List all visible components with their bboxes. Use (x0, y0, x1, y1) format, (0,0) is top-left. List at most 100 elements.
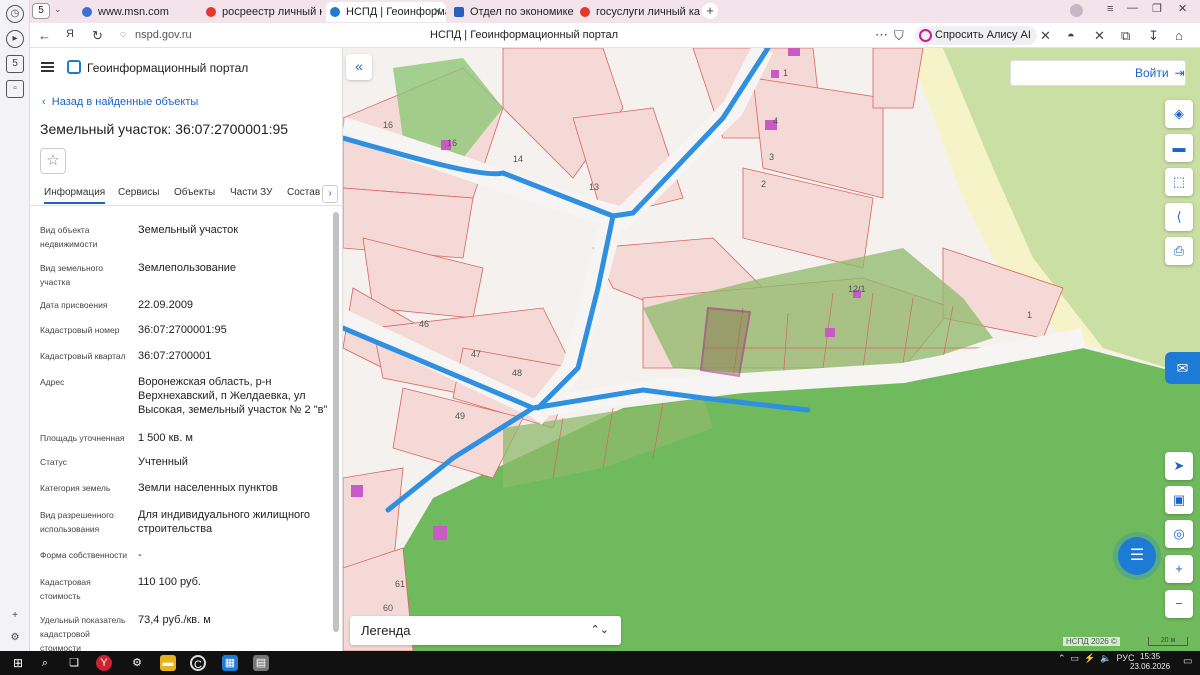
share-button[interactable]: ⟨ (1165, 203, 1193, 231)
navigation-arrow-icon: ➤ (1173, 458, 1185, 473)
browser-tab-bar: 5 ⌄ www.msn.com росреестр личный кабин Н… (30, 0, 1200, 23)
tab-msn[interactable]: www.msn.com (78, 2, 198, 22)
extension-icon[interactable]: ↧ (1148, 28, 1159, 44)
tab-counter[interactable]: 5 (32, 3, 50, 19)
file-explorer-icon[interactable]: ▬ (160, 655, 176, 671)
minimize-icon[interactable]: — (1127, 2, 1138, 14)
maximize-icon[interactable]: ❐ (1152, 2, 1162, 15)
secure-site-icon[interactable]: ◌ (120, 29, 126, 40)
geo-button[interactable]: ◎ (1165, 520, 1193, 548)
tabs-scroll-right-icon[interactable]: › (322, 185, 338, 203)
support-chat-tab[interactable]: ✉ (1165, 352, 1200, 384)
parcel-number: 47 (471, 349, 482, 359)
expand-chevron-icon: ⌃⌄ (590, 624, 609, 636)
collapse-panel-button[interactable]: « (346, 54, 372, 80)
tab-info[interactable]: Информация (44, 187, 106, 204)
alice-icon (919, 29, 932, 42)
parcel-number: 2 (761, 179, 767, 189)
parcel-number: 49 (455, 411, 466, 421)
clock[interactable]: 15:35 23.06.2026 (1130, 652, 1170, 672)
parcel-number: 1 (1027, 310, 1033, 320)
chat-lines-icon: ☰ (1129, 547, 1145, 564)
yandex-ya-icon[interactable]: Я (66, 28, 74, 40)
system-tray[interactable]: ⌃ ▭ ⚡ 🔈 РУС (1058, 653, 1135, 664)
tab-economy[interactable]: Отдел по экономике и уп (450, 2, 574, 22)
chevron-left-icon: ‹ (42, 96, 52, 108)
settings-gear-icon[interactable]: ⚙ (6, 630, 24, 648)
parcel-number: 16 (447, 138, 458, 148)
back-arrow-icon[interactable]: ← (38, 28, 51, 43)
settings-icon[interactable]: ⚙ (129, 655, 145, 671)
geo-pin-icon: ◎ (1173, 526, 1185, 541)
locate-button[interactable]: ➤ (1165, 452, 1193, 480)
tab-objects[interactable]: Объекты (174, 187, 215, 198)
parcel-number: 14 (513, 154, 524, 164)
yandex-browser-icon[interactable]: Y (96, 655, 112, 671)
url-text[interactable]: nspd.gov.ru (135, 29, 192, 41)
favorite-star-icon[interactable]: ☆ (40, 148, 66, 174)
extension-notify-icon[interactable]: ⌂ (1175, 28, 1183, 43)
windows-start-icon[interactable]: ⊞ (10, 655, 26, 671)
layers-button[interactable]: ◈ (1165, 100, 1193, 128)
parcel-number: 4 (773, 116, 779, 126)
tab-gosuslugi[interactable]: госуслуги личный кабин (576, 2, 700, 22)
bookmark-icon[interactable]: ⛉ (894, 28, 904, 44)
more-icon[interactable]: ⋯ (875, 27, 888, 43)
yandex-favicon-icon (580, 7, 590, 17)
notifications-icon[interactable]: ▭ (1183, 656, 1192, 667)
task-view-icon[interactable]: ❏ (66, 655, 82, 671)
back-to-results-link[interactable]: ‹ Назад в найденные объекты (42, 96, 198, 108)
layers-icon: ◈ (1174, 106, 1184, 121)
extension-icon[interactable]: ✕ (1040, 28, 1051, 44)
new-tab-button[interactable]: + (702, 3, 718, 19)
tabs-count-icon[interactable]: 5 (6, 55, 24, 73)
hamburger-menu-icon[interactable] (41, 62, 54, 72)
measure-button[interactable]: ▬ (1165, 134, 1193, 162)
ask-alice-button[interactable]: Спросить Алису AI (915, 26, 1037, 45)
zoom-out-button[interactable]: − (1165, 590, 1193, 618)
tab-composition[interactable]: Состав (287, 187, 320, 198)
info-tabs: Информация Сервисы Объекты Части ЗУ Сост… (30, 182, 342, 206)
legend-dropdown[interactable]: Легенда ⌃⌄ (350, 616, 621, 645)
menu-icon[interactable]: ≡ (1107, 3, 1113, 15)
tab-parts[interactable]: Части ЗУ (230, 187, 272, 198)
assistant-chat-button[interactable]: ☰ (1118, 537, 1156, 575)
profile-avatar[interactable] (1070, 4, 1083, 17)
cadastral-map[interactable]: 16 16 14 13 1 4 3 2 12/1 1 46 47 48 49 6… (343, 48, 1200, 651)
close-window-icon[interactable]: ✕ (1178, 2, 1187, 15)
msn-favicon-icon (82, 7, 92, 17)
add-panel-icon[interactable]: + (6, 608, 24, 626)
print-button[interactable]: ⎙ (1165, 237, 1193, 265)
zoom-in-button[interactable]: + (1165, 555, 1193, 583)
parcel-number: 16 (383, 120, 394, 130)
history-icon[interactable]: ◷ (6, 5, 24, 23)
portal-logo-icon (67, 60, 81, 74)
chat-bubble-icon: ✉ (1176, 360, 1189, 376)
select-area-button[interactable]: ⬚ (1165, 168, 1193, 196)
play-icon[interactable]: ▸ (6, 30, 24, 48)
tab-nspd[interactable]: НСПД | Геоинформаци✕ (326, 2, 446, 22)
chevron-down-icon[interactable]: ⌄ (54, 4, 62, 15)
app-c-icon[interactable]: C (190, 655, 206, 671)
reload-icon[interactable]: ↻ (92, 28, 103, 44)
search-icon[interactable]: ⌕ (37, 655, 53, 671)
app-blue-icon[interactable]: ▦ (222, 655, 238, 671)
parcel-number: 48 (512, 368, 523, 378)
screenshot-icon[interactable]: ▫ (6, 80, 24, 98)
minimap-button[interactable]: ▣ (1165, 486, 1193, 514)
close-tab-icon[interactable]: ✕ (433, 2, 442, 22)
address-bar: ← Я ↻ ◌ nspd.gov.ru НСПД | Геоинформацио… (30, 23, 1200, 48)
tab-services[interactable]: Сервисы (118, 187, 159, 198)
browser-side-rail: ◷ ▸ 5 ▫ + ⚙ (0, 0, 30, 651)
extension-puzzle-icon[interactable]: ⧉ (1121, 28, 1130, 44)
parcel-number: 46 (419, 319, 430, 329)
login-icon: ⇥ (1174, 66, 1185, 80)
extension-hat-icon[interactable]: ◓ (1067, 28, 1075, 43)
app-gray-icon[interactable]: ▤ (253, 655, 269, 671)
select-area-icon: ⬚ (1172, 174, 1186, 189)
extension-icon[interactable]: ✕ (1094, 28, 1105, 44)
panel-scrollbar[interactable] (333, 212, 339, 632)
login-button[interactable]: Войти ⇥ (1010, 60, 1186, 86)
tab-rosreestr[interactable]: росреестр личный кабин (202, 2, 322, 22)
panel-header: Геоинформационный портал (30, 48, 342, 88)
